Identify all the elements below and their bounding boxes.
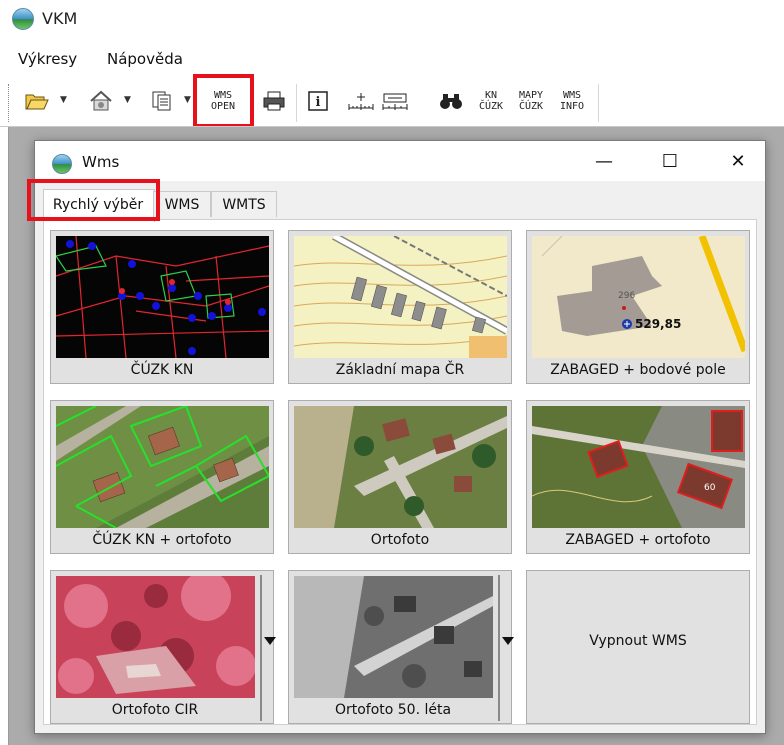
tile-cuzk-kn[interactable]: ČÚZK KN <box>50 230 274 384</box>
menu-vykresy[interactable]: Výkresy <box>18 50 77 68</box>
tile-ortofoto[interactable]: Ortofoto <box>288 400 512 554</box>
app-title: VKM <box>42 9 78 28</box>
app-logo-icon <box>12 8 34 30</box>
project-settings-icon[interactable] <box>86 82 116 120</box>
tile-label: Ortofoto CIR <box>111 702 199 718</box>
cadastre-orthophoto-thumbnail <box>56 406 269 528</box>
tile-zabaged-ortofoto[interactable]: 60 ZABAGED + ortofoto <box>526 400 750 554</box>
split-divider <box>498 575 500 721</box>
tile-label: Ortofoto <box>370 532 430 548</box>
tile-cuzk-kn-ortofoto[interactable]: ČÚZK KN + ortofoto <box>50 400 274 554</box>
dropdown-arrow-icon[interactable] <box>502 637 514 645</box>
measure-area-icon[interactable] <box>380 82 410 120</box>
tile-ortofoto-cir[interactable]: Ortofoto CIR <box>50 570 276 724</box>
app-title-bar <box>0 0 784 44</box>
settings-dropdown-caret[interactable]: ▼ <box>124 95 131 105</box>
tab-wmts[interactable]: WMTS <box>211 191 277 217</box>
cir-orthophoto-thumbnail <box>56 576 255 698</box>
open-dropdown-caret[interactable]: ▼ <box>60 95 67 105</box>
tile-label: ČÚZK KN <box>130 362 194 378</box>
dialog-title: Wms <box>82 153 120 171</box>
maximize-button[interactable]: ☐ <box>647 141 693 181</box>
tab-wms[interactable]: WMS <box>153 191 211 217</box>
open-folder-icon[interactable] <box>22 82 52 120</box>
toolbar-divider <box>296 84 297 122</box>
tile-vypnout-wms[interactable]: Vypnout WMS <box>526 570 750 724</box>
zabaged-thumbnail: 296 529,85 <box>532 236 745 358</box>
building-number: 60 <box>704 483 716 493</box>
elevation-value: 529,85 <box>635 317 681 331</box>
orthophoto-thumbnail <box>294 406 507 528</box>
wms-info-button[interactable]: WMS INFO <box>553 82 591 120</box>
mapy-cuzk-button[interactable]: MAPY ČÚZK <box>512 82 550 120</box>
tile-label: ČÚZK KN + ortofoto <box>92 532 232 548</box>
cadastre-map-thumbnail <box>56 236 269 358</box>
base-map-thumbnail <box>294 236 507 358</box>
split-divider <box>260 575 262 721</box>
documents-dropdown-caret[interactable]: ▼ <box>184 95 191 105</box>
toolbar-grip[interactable] <box>8 84 11 122</box>
binoculars-icon[interactable] <box>436 82 466 120</box>
zabaged-orthophoto-thumbnail: 60 <box>532 406 745 528</box>
documents-icon[interactable] <box>147 82 177 120</box>
print-icon[interactable] <box>260 82 288 120</box>
quick-select-panel: ČÚZK KN Základní mapa ČR 296 529,85 ZABA… <box>43 219 757 725</box>
parcel-number: 296 <box>618 291 635 301</box>
tile-zakladni-mapa[interactable]: Základní mapa ČR <box>288 230 512 384</box>
tile-label: ZABAGED + ortofoto <box>565 532 711 548</box>
wms-dialog: Wms — ☐ ✕ ČÚZK KN Základní mapa ČR 296 5… <box>34 140 766 734</box>
tile-label: Základní mapa ČR <box>335 362 465 378</box>
minimize-button[interactable]: — <box>581 141 627 181</box>
disable-wms-label: Vypnout WMS <box>589 633 687 649</box>
toolbar-end-divider <box>598 84 599 122</box>
wms-open-highlight <box>193 74 254 128</box>
menu-napoveda[interactable]: Nápověda <box>107 50 183 68</box>
dropdown-arrow-icon[interactable] <box>264 637 276 645</box>
kn-cuzk-button[interactable]: KN ČÚZK <box>473 82 509 120</box>
tab-highlight <box>27 179 160 221</box>
tile-label: Ortofoto 50. léta <box>334 702 452 718</box>
measure-distance-icon[interactable] <box>346 82 376 120</box>
close-button[interactable]: ✕ <box>715 141 761 181</box>
historic-orthophoto-thumbnail <box>294 576 493 698</box>
dialog-logo-icon <box>52 154 72 174</box>
tile-zabaged-bodove-pole[interactable]: 296 529,85 ZABAGED + bodové pole <box>526 230 750 384</box>
tile-ortofoto-50-leta[interactable]: Ortofoto 50. léta <box>288 570 514 724</box>
svg-text:i: i <box>316 95 321 110</box>
info-icon[interactable]: i <box>304 82 332 120</box>
tile-label: ZABAGED + bodové pole <box>550 362 726 378</box>
